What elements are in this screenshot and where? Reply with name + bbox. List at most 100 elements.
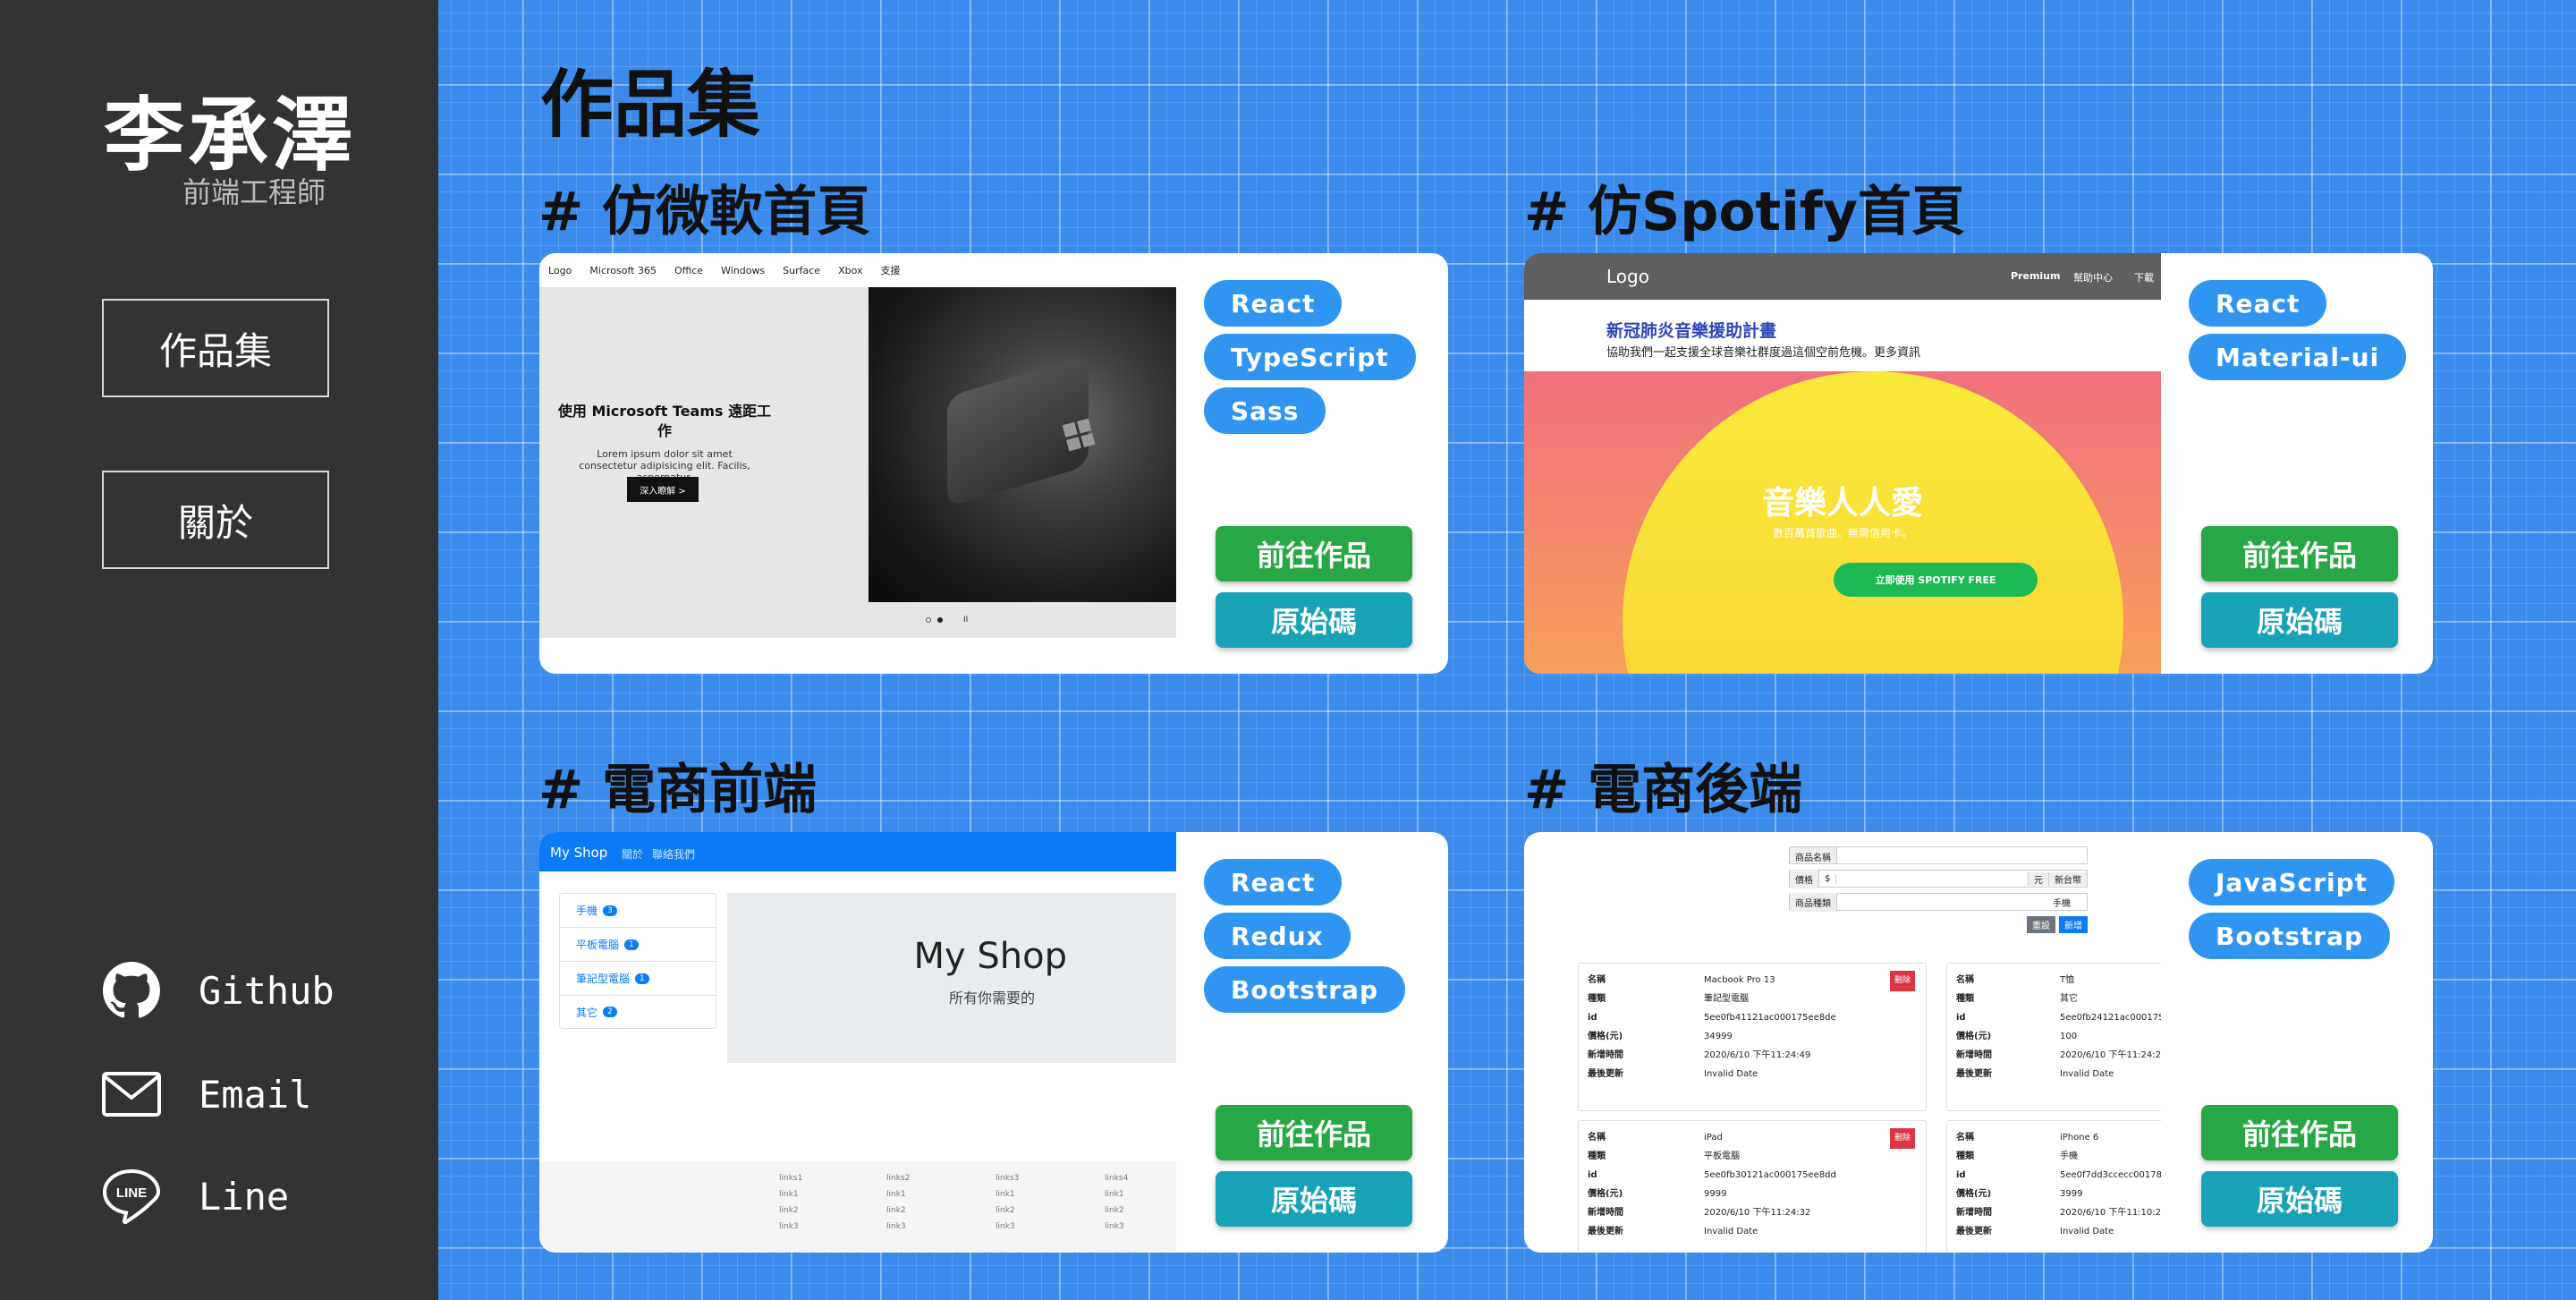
source-code-button[interactable]: 原始碼 [1216, 1171, 1412, 1227]
preview-category-list: 手機 3 平板電腦 1 筆記型電腦 1 其它 2 [559, 893, 716, 1029]
project-screenshot: Logo Microsoft 365 Office Windows Surfac… [539, 253, 1176, 674]
nav-about-button[interactable]: 關於 [102, 471, 329, 569]
live-demo-button[interactable]: 前往作品 [2201, 1105, 2398, 1160]
preview-field-label: 新增時間 [1588, 1208, 1623, 1218]
preview-footer-link: link1 [886, 1190, 906, 1199]
preview-count-badge: 3 [603, 905, 617, 916]
preview-field-label: 新增時間 [1956, 1208, 1992, 1218]
github-icon [100, 959, 163, 1022]
preview-category: 手機 [576, 905, 598, 917]
project-title: # 仿Spotify首頁 [1524, 181, 1966, 243]
preview-hero-text: 使用 Microsoft Teams 遠距工作 Lorem ipsum dolo… [539, 287, 869, 638]
live-demo-button[interactable]: 前往作品 [1216, 526, 1412, 582]
preview-field-value: T恤 [2060, 975, 2075, 985]
tech-tag: Material-ui [2189, 334, 2407, 380]
preview-admin-form: 商品名稱 價格 $ 元新台幣 商品種類 手機 重設 新增 [1789, 846, 2088, 933]
github-link[interactable]: Github [100, 959, 335, 1022]
preview-field-label: 最後更新 [1956, 1069, 1992, 1079]
preview-field-label: 價格(元) [1588, 1189, 1623, 1199]
live-demo-button[interactable]: 前往作品 [2201, 526, 2398, 582]
svg-text:LINE: LINE [116, 1185, 147, 1201]
preview-footer-link: links4 [1105, 1174, 1129, 1183]
preview-footer-link: link2 [996, 1206, 1015, 1215]
preview-field-value: 34999 [1704, 1032, 1733, 1041]
preview-category: 筆記型電腦 [576, 973, 631, 985]
preview-form-label: 商品種類 [1790, 892, 1837, 912]
preview-nav-item: Office [674, 264, 704, 276]
project-title: # 仿微軟首頁 [538, 181, 871, 243]
line-link[interactable]: LINE Line [100, 1165, 289, 1228]
preview-field-label: 名稱 [1588, 1133, 1606, 1143]
preview-footer-link: link3 [1105, 1222, 1124, 1231]
preview-field-value: 5ee0fb41121ac000175ee8de [1704, 1013, 1836, 1023]
preview-add-button: 新增 [2059, 916, 2088, 933]
source-code-button[interactable]: 原始碼 [2201, 1171, 2398, 1227]
preview-product-card: 名稱 iPhone 6 種類 手機 id 5ee0f7dd3ccecc00178 價格… [1946, 1120, 2161, 1253]
preview-banner-text: 協助我們一起支援全球音樂社群度過這個空前危機。更多資訊 [1606, 346, 1921, 360]
preview-footer-link: links2 [886, 1174, 911, 1183]
preview-field-label: 價格(元) [1956, 1189, 1992, 1199]
preview-keyboard-image [869, 287, 1176, 602]
preview-field-value: 9999 [1704, 1189, 1727, 1199]
preview-footer-link: link1 [996, 1190, 1015, 1199]
preview-form-label: 價格 [1790, 869, 1819, 888]
preview-field-label: id [1588, 1013, 1597, 1023]
preview-field-value: 5ee0fb24121ac000175 [2060, 1013, 2161, 1023]
project-screenshot: 商品名稱 價格 $ 元新台幣 商品種類 手機 重設 新增 刪除 名稱 Macbook Pr… [1524, 832, 2161, 1253]
source-code-button[interactable]: 原始碼 [1216, 592, 1412, 648]
preview-field-value: Invalid Date [1704, 1069, 1758, 1079]
preview-headline: 使用 Microsoft Teams 遠距工作 [557, 403, 772, 439]
preview-nav-item: 幫助中心 [2073, 272, 2113, 284]
preview-hero-button: 立即使用 SPOTIFY FREE [1834, 563, 2038, 597]
source-code-button[interactable]: 原始碼 [2201, 592, 2398, 648]
preview-banner: 新冠肺炎音樂援助計畫 協助我們一起支援全球音樂社群度過這個空前危機。更多資訊 [1524, 300, 2161, 371]
preview-nav-item: 聯絡我們 [652, 848, 696, 861]
preview-field-value: 2020/6/10 下午11:24:32 [1704, 1208, 1811, 1218]
preview-nav: My Shop 關於 聯絡我們 [539, 832, 1176, 871]
preview-nav-item: 關於 [622, 848, 644, 861]
project-screenshot: Logo Premium 幫助中心 下載 新冠肺炎音樂援助計畫 協助我們一起支援… [1524, 253, 2161, 674]
preview-hero-title: 音樂人人愛 [1761, 485, 1923, 522]
nav-portfolio-button[interactable]: 作品集 [102, 299, 329, 397]
preview-count-badge: 1 [624, 939, 639, 950]
preview-field-value: 3999 [2060, 1189, 2083, 1199]
preview-product-card: 名稱 T恤 種類 其它 id 5ee0fb24121ac000175 價格(元) 100… [1946, 963, 2161, 1111]
preview-logo: Logo [1606, 266, 1649, 287]
preview-nav-item: Surface [783, 264, 821, 276]
tech-tag: React [2189, 280, 2327, 327]
preview-count-badge: 2 [603, 1007, 617, 1017]
preview-nav-item: Xbox [838, 264, 863, 276]
preview-field-value: 2020/6/10 下午11:24:49 [1704, 1050, 1811, 1060]
preview-footer-link: link2 [1105, 1206, 1124, 1215]
preview-footer-link: link2 [886, 1206, 906, 1215]
preview-jumbo-title: My Shop [913, 936, 1067, 977]
preview-footer-link: links1 [779, 1174, 803, 1183]
preview-field-label: 名稱 [1956, 975, 1974, 985]
preview-field-value: 平板電腦 [1704, 1151, 1740, 1161]
preview-nav-item: Logo [548, 264, 572, 276]
mail-icon [100, 1063, 163, 1126]
page-title: 作品集 [540, 63, 761, 148]
live-demo-button[interactable]: 前往作品 [1216, 1105, 1412, 1160]
preview-field-label: id [1588, 1170, 1597, 1180]
preview-field-label: 名稱 [1588, 975, 1606, 985]
preview-jumbotron: My Shop 所有你需要的 [727, 893, 1176, 1063]
preview-footer-link: link1 [779, 1190, 799, 1199]
tech-tag: React [1204, 859, 1343, 905]
email-link[interactable]: Email [100, 1063, 311, 1126]
tech-tag: React [1204, 280, 1343, 327]
project-card-spotify: Logo Premium 幫助中心 下載 新冠肺炎音樂援助計畫 協助我們一起支援… [1524, 253, 2433, 674]
preview-field-label: 最後更新 [1588, 1069, 1623, 1079]
preview-field-value: Macbook Pro 13 [1704, 975, 1775, 985]
preview-nav: Logo Premium 幫助中心 下載 [1524, 253, 2161, 300]
preview-carousel-controls: II [539, 602, 1176, 638]
preview-banner-title: 新冠肺炎音樂援助計畫 [1606, 321, 1777, 341]
windows-logo-icon [1062, 418, 1096, 452]
preview-delete-button: 刪除 [1889, 1128, 1915, 1149]
preview-footer: links1 link1 link2 link3 links2 link1 link2 li… [539, 1161, 1176, 1253]
preview-field-value: iPad [1704, 1133, 1723, 1143]
preview-field-label: 價格(元) [1588, 1032, 1623, 1041]
preview-field-label: 種類 [1956, 994, 1974, 1004]
preview-form-label: 商品名稱 [1790, 847, 1837, 863]
preview-field-value: Invalid Date [2060, 1227, 2114, 1236]
